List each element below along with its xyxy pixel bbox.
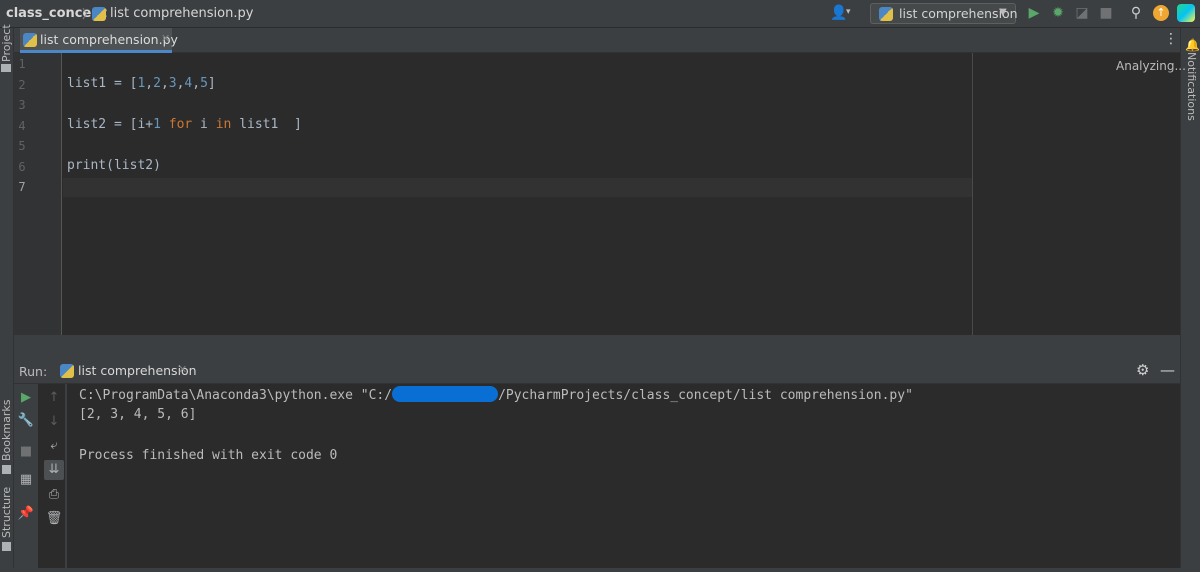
run-panel-header: Run: list comprehension ✕ ⚙ — xyxy=(14,358,1180,384)
stop-icon[interactable]: ■ xyxy=(1098,5,1114,21)
breadcrumb-file[interactable]: list comprehension.py xyxy=(110,6,253,21)
console-border xyxy=(66,384,67,568)
run-configuration-select[interactable]: list comprehension ▼ xyxy=(870,3,1018,24)
user-icon[interactable]: 👤 xyxy=(830,5,847,21)
bookmarks-tool-button[interactable]: Bookmarks xyxy=(0,400,13,461)
arrow-down-icon[interactable]: ↓ xyxy=(44,412,64,432)
gear-icon[interactable]: ⚙ xyxy=(1136,361,1149,379)
print-icon[interactable]: ⎙ xyxy=(44,485,64,505)
jetbrains-logo-icon[interactable] xyxy=(1177,4,1195,22)
right-tool-strip: 🔔 Notifications xyxy=(1180,28,1200,572)
line-number: 1 xyxy=(18,57,26,71)
console-exit-message: Process finished with exit code 0 xyxy=(79,448,338,463)
code-line: print(list2) xyxy=(67,158,161,173)
redaction-mark xyxy=(392,386,499,402)
debug-icon[interactable]: ✹ xyxy=(1050,5,1066,21)
python-file-icon xyxy=(23,33,37,47)
bell-icon: 🔔 xyxy=(1185,38,1200,52)
current-line-highlight xyxy=(63,178,973,197)
code-line: list1 = [1,2,3,4,5] xyxy=(67,76,216,91)
left-tool-strip: Project Bookmarks Structure xyxy=(0,24,14,572)
line-number: 4 xyxy=(18,119,26,133)
panel-divider[interactable] xyxy=(14,335,1180,358)
pin-icon[interactable]: 📌 xyxy=(16,504,36,524)
chevron-down-icon: ▼ xyxy=(999,7,1007,18)
notifications-tool-button[interactable]: Notifications xyxy=(1185,52,1198,121)
structure-icon xyxy=(2,542,11,551)
layout-icon[interactable]: ▦ xyxy=(16,470,36,490)
coverage-icon[interactable]: ◪ xyxy=(1074,5,1090,21)
rerun-icon[interactable]: ▶ xyxy=(16,388,36,408)
run-panel-title: Run: xyxy=(19,364,48,379)
console-output: [2, 3, 4, 5, 6] xyxy=(79,407,197,422)
run-icon[interactable]: ▶ xyxy=(1026,5,1042,21)
navigation-bar: class_concept 〉 list comprehension.py 👤 … xyxy=(0,0,1200,28)
close-icon[interactable]: ✕ xyxy=(161,32,170,45)
minimize-icon[interactable]: — xyxy=(1160,361,1175,379)
update-icon[interactable]: ↑ xyxy=(1153,5,1169,21)
line-number-gutter: 1 2 3 4 5 6 7 xyxy=(14,53,62,335)
line-number: 6 xyxy=(18,160,26,174)
code-editor[interactable]: 1 2 3 4 5 6 7 list1 = [1,2,3,4,5] list2 … xyxy=(14,53,1186,335)
editor-tab-bar: list comprehension.py ✕ ⋮ xyxy=(14,28,1180,53)
python-file-icon xyxy=(60,364,74,378)
arrow-up-icon[interactable]: ↑ xyxy=(44,388,64,408)
search-icon[interactable]: ⚲ xyxy=(1128,5,1144,21)
structure-tool-button[interactable]: Structure xyxy=(0,487,13,538)
soft-wrap-icon[interactable]: ⤶ xyxy=(44,436,64,456)
folder-icon xyxy=(1,64,11,72)
editor-tab[interactable]: list comprehension.py ✕ xyxy=(20,28,178,53)
python-file-icon xyxy=(92,7,106,21)
console-command-suffix: /PycharmProjects/class_concept/list comp… xyxy=(498,388,913,403)
line-number: 3 xyxy=(18,98,26,112)
console-command: C:\ProgramData\Anaconda3\python.exe "C:/… xyxy=(79,386,913,403)
line-number: 7 xyxy=(18,180,26,194)
more-icon[interactable]: ⋮ xyxy=(1164,31,1178,47)
run-panel-body: ▶ 🔧 ■ ▦ 📌 ↑ ↓ ⤶ ⇊ ⎙ 🗑 C:\ProgramData\Ana… xyxy=(14,384,1180,568)
code-line: list2 = [i+1 for i in list1 ] xyxy=(67,117,302,132)
trash-icon[interactable]: 🗑 xyxy=(44,509,64,529)
stop-square-icon[interactable]: ■ xyxy=(16,442,36,462)
project-tool-button[interactable]: Project xyxy=(0,24,13,62)
right-margin-guide xyxy=(972,53,973,335)
python-file-icon xyxy=(879,7,893,21)
run-toolbar-primary: ▶ 🔧 ■ ▦ 📌 xyxy=(14,384,38,568)
scroll-end-icon[interactable]: ⇊ xyxy=(44,460,64,480)
analysis-status: Analyzing... xyxy=(1116,59,1186,73)
line-number: 5 xyxy=(18,139,26,153)
line-number: 2 xyxy=(18,78,26,92)
bookmark-icon xyxy=(2,465,11,474)
run-toolbar-secondary: ↑ ↓ ⤶ ⇊ ⎙ 🗑 xyxy=(42,384,66,568)
editor-tab-label: list comprehension.py xyxy=(40,32,178,47)
chevron-down-icon: ▾ xyxy=(846,7,851,17)
status-bar xyxy=(0,568,1200,572)
console-command-prefix: C:\ProgramData\Anaconda3\python.exe "C:/ xyxy=(79,388,393,403)
wrench-icon[interactable]: 🔧 xyxy=(16,411,36,431)
close-icon[interactable]: ✕ xyxy=(178,363,187,376)
